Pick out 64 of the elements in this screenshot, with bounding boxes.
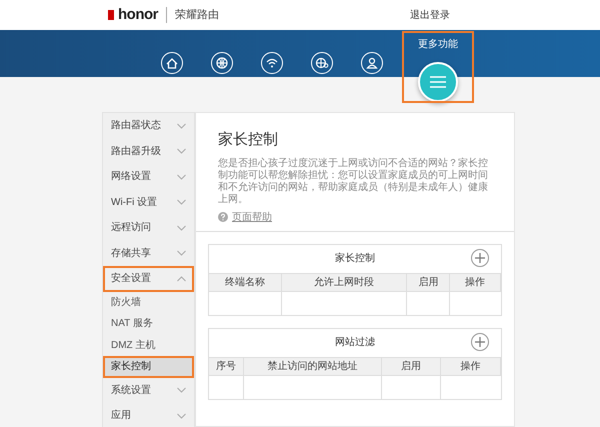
chevron-down-icon (177, 412, 186, 419)
sidebar-item[interactable]: 路由器状态 (103, 113, 194, 138)
sidebar-subitem[interactable]: DMZ 主机 (103, 334, 194, 356)
globe-gear-nav-button[interactable] (311, 52, 333, 74)
column-header: 启用 (382, 356, 441, 374)
sidebar-item[interactable]: 网络设置 (103, 164, 194, 190)
sidebar-item[interactable]: 路由器升级 (103, 138, 194, 164)
sidebar-item-label: 路由器状态 (111, 118, 161, 134)
chevron-down-icon (177, 199, 186, 206)
help-icon (218, 212, 228, 222)
menu-button[interactable] (418, 62, 458, 102)
sidebar-subitem[interactable]: 家长控制 (103, 356, 194, 378)
column-header: 禁止访问的网站地址 (244, 356, 382, 374)
column-header: 操作 (440, 356, 501, 374)
logo-mark-icon (108, 10, 114, 20)
sidebar-item[interactable]: 远程访问 (103, 215, 194, 240)
brand-logo: honor (118, 4, 158, 25)
plus-icon (475, 252, 485, 262)
globe-gear-icon (314, 55, 330, 71)
sidebar-item-label: 路由器升级 (111, 144, 161, 159)
chevron-down-icon (177, 174, 186, 180)
sidebar-item-label: 存储共享 (111, 246, 151, 261)
sidebar-item[interactable]: Wi-Fi 设置 (103, 190, 194, 215)
sidebar-item[interactable]: 安全设置 (103, 266, 194, 292)
person-icon (364, 55, 380, 71)
page-description: 您是否担心孩子过度沉迷于上网或访问不合适的网站？家长控制功能可以帮您解除担忧：您可以设置家庭成员的可上网时间和不允许访问的网站，帮助家庭成员（特别是未成年人）健康上网。 (217, 158, 489, 206)
sidebar-subitem[interactable]: NAT 服务 (103, 313, 194, 334)
sidebar-item[interactable]: 应用 (103, 403, 194, 427)
chevron-up-icon (177, 276, 186, 282)
sidebar-item[interactable]: 存储共享 (103, 240, 194, 266)
sidebar-subitem[interactable]: 防火墙 (103, 292, 194, 313)
sidebar-item-label: 远程访问 (111, 220, 151, 236)
wifi-nav-button[interactable] (261, 52, 283, 74)
sidebar-item-label: 应用 (111, 408, 131, 424)
chevron-down-icon (177, 122, 186, 129)
table-title: 家长控制 (335, 252, 375, 266)
person-nav-button[interactable] (361, 52, 383, 74)
column-header: 允许上网时段 (282, 272, 408, 290)
column-header: 序号 (209, 356, 244, 374)
help-link[interactable]: 页面帮助 (232, 210, 272, 224)
column-header: 操作 (450, 272, 501, 290)
home-nav-button[interactable] (161, 52, 183, 74)
more-functions-label: 更多功能 (417, 38, 459, 52)
add-button[interactable] (471, 248, 489, 266)
sidebar-item-label: 安全设置 (111, 272, 151, 286)
table-title: 网站过滤 (335, 336, 375, 350)
sidebar-item-label: 网络设置 (111, 170, 151, 184)
product-name: 荣耀路由 (166, 6, 219, 24)
globe-icon (214, 55, 230, 71)
sidebar-item-label: 系统设置 (111, 384, 151, 398)
page-title: 家长控制 (217, 130, 279, 150)
sidebar-item[interactable]: 系统设置 (103, 378, 194, 403)
logout-link[interactable]: 退出登录 (410, 8, 450, 22)
add-button[interactable] (471, 332, 489, 350)
sidebar-item-label: Wi-Fi 设置 (111, 196, 158, 210)
chevron-down-icon (177, 224, 186, 231)
plus-icon (475, 336, 485, 346)
chevron-down-icon (177, 148, 186, 154)
chevron-down-icon (177, 387, 186, 394)
column-header: 启用 (407, 272, 450, 290)
chevron-down-icon (177, 250, 186, 256)
column-header: 终端名称 (209, 272, 282, 290)
globe-nav-button[interactable] (211, 52, 233, 74)
menu-icon (429, 75, 447, 89)
